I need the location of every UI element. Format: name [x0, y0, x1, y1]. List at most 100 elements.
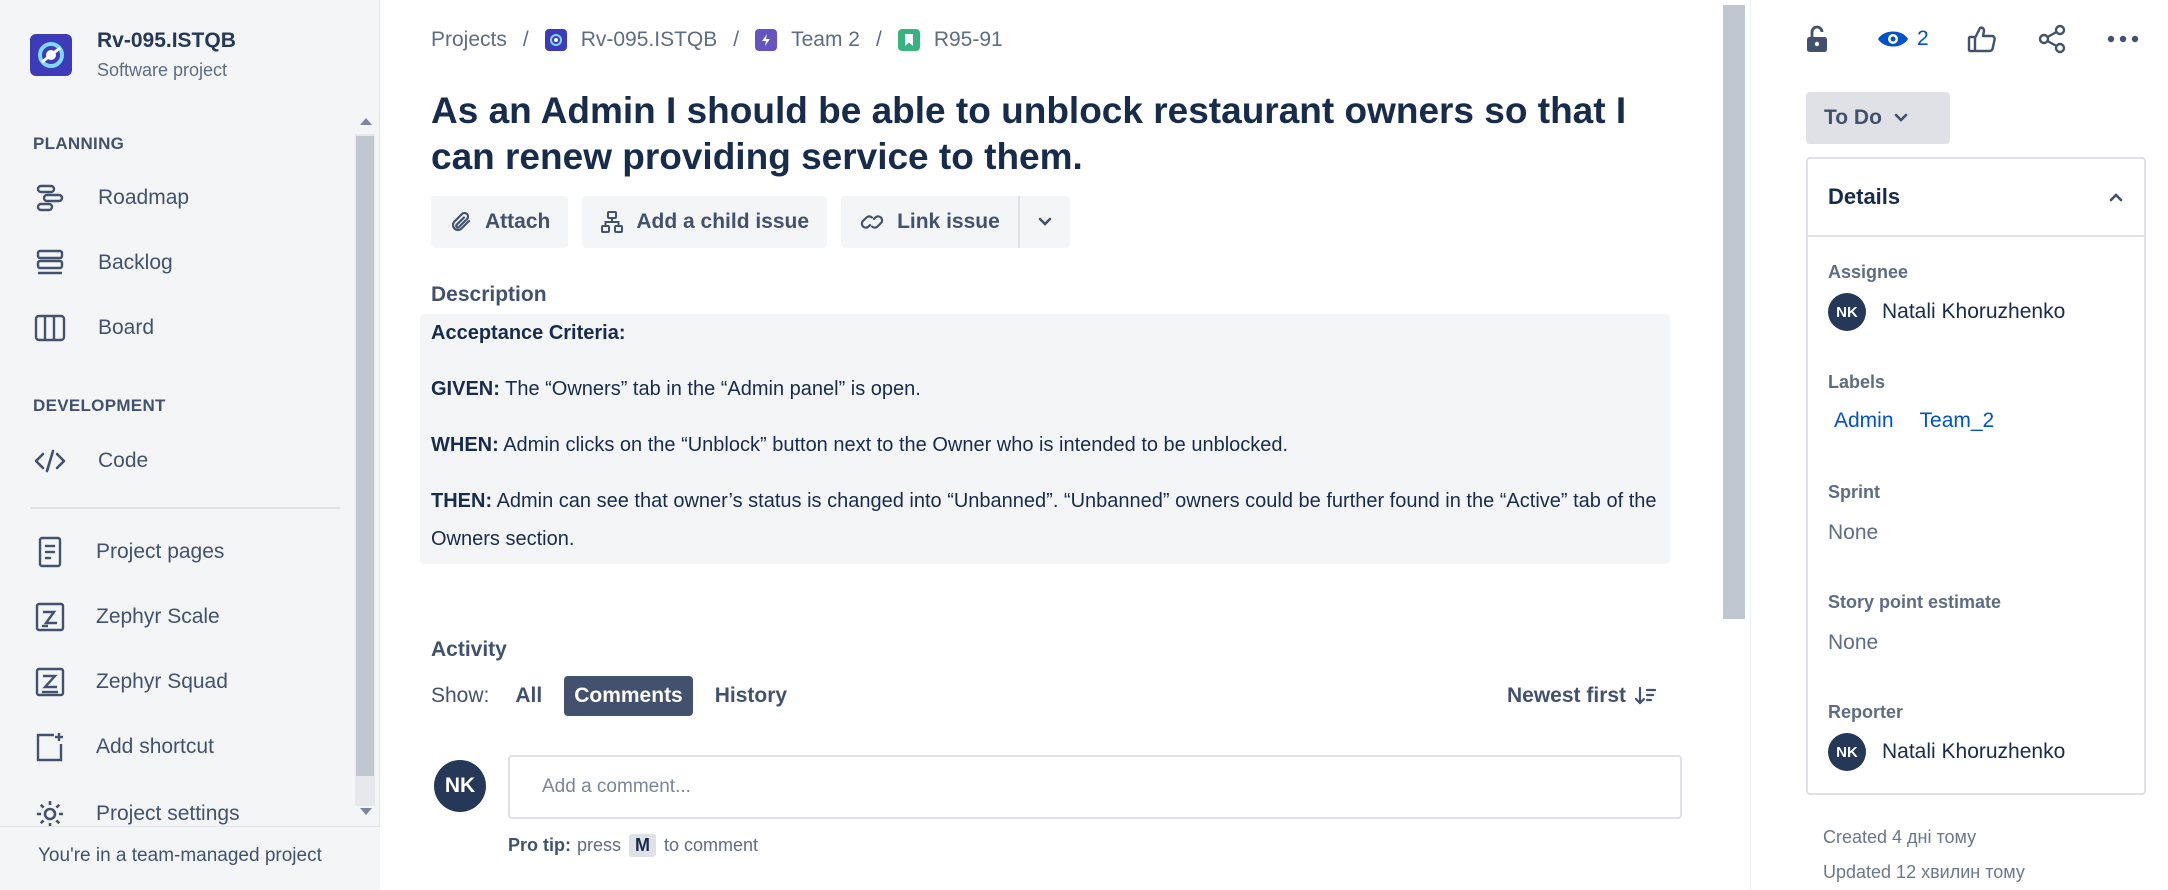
- sort-order-button[interactable]: Newest first: [1507, 684, 1657, 708]
- description-when: WHEN: Admin clicks on the “Unblock” butt…: [431, 434, 1289, 456]
- breadcrumb-issue[interactable]: R95-91: [897, 28, 1003, 52]
- team-managed-note: You're in a team-managed project: [38, 845, 322, 866]
- breadcrumb-projects[interactable]: Projects: [431, 28, 507, 52]
- avatar: NK: [1828, 293, 1866, 331]
- more-icon: [2107, 35, 2138, 43]
- sidebar-item-add-shortcut[interactable]: Add shortcut: [30, 721, 340, 773]
- avatar: NK: [434, 760, 486, 812]
- label-tag[interactable]: Team_2: [1914, 405, 2001, 437]
- sidebar: Rv-095.ISTQB Software project PLANNING R…: [0, 0, 380, 890]
- created-timestamp: Created 4 дні тому: [1823, 827, 1977, 847]
- issue-main: Projects / Rv-095.ISTQB / Team 2 / R95-9…: [380, 0, 1722, 890]
- share-button[interactable]: [2037, 24, 2067, 54]
- sidebar-item-board[interactable]: Board: [30, 302, 340, 354]
- project-name: Rv-095.ISTQB: [97, 29, 236, 52]
- chevron-down-icon: [1894, 113, 1908, 122]
- assignee-field: Assignee NK Natali Khoruzhenko: [1828, 262, 2065, 331]
- avatar: NK: [1828, 733, 1866, 771]
- more-options-button[interactable]: [2107, 35, 2139, 43]
- reporter-field: Reporter NK Natali Khoruzhenko: [1828, 702, 2065, 771]
- issue-toolbar: Attach Add a child issue Link issue: [431, 196, 1070, 248]
- details-title: Details: [1828, 184, 1901, 209]
- link-issue-group: Link issue: [841, 196, 1070, 248]
- story-points-value[interactable]: None: [1828, 631, 2001, 655]
- details-header[interactable]: Details: [1808, 159, 2144, 237]
- project-avatar-icon: [544, 29, 567, 51]
- label-tag[interactable]: Admin: [1828, 405, 1900, 437]
- sidebar-item-label: Add shortcut: [96, 735, 214, 758]
- description-editor[interactable]: Acceptance Criteria: GIVEN: The “Owners”…: [420, 314, 1670, 564]
- updated-timestamp: Updated 12 хвилин тому: [1823, 862, 2025, 882]
- watch-count: 2: [1917, 27, 1929, 50]
- sidebar-item-label: Zephyr Scale: [96, 605, 220, 628]
- code-icon: [30, 441, 70, 481]
- chevron-up-icon: [2109, 193, 2123, 202]
- sidebar-item-project-pages[interactable]: Project pages: [30, 526, 340, 578]
- unlock-icon: [1807, 25, 1827, 52]
- attach-label: Attach: [485, 210, 551, 233]
- sprint-value[interactable]: None: [1828, 521, 1880, 545]
- activity-filter: Show: All Comments History: [431, 676, 809, 716]
- breadcrumb-project[interactable]: Rv-095.ISTQB: [544, 28, 717, 52]
- scroll-down-icon[interactable]: [360, 808, 372, 815]
- more-actions-button[interactable]: [1017, 196, 1070, 248]
- breadcrumb-separator: /: [733, 28, 740, 51]
- attach-button[interactable]: Attach: [431, 196, 569, 248]
- filter-comments[interactable]: Comments: [564, 676, 693, 716]
- description-heading: Acceptance Criteria:: [431, 322, 626, 344]
- labels-list: Admin Team_2: [1828, 405, 2014, 437]
- reporter-value[interactable]: NK Natali Khoruzhenko: [1828, 733, 2065, 771]
- vote-button[interactable]: [1967, 25, 1997, 53]
- sidebar-scrollbar[interactable]: [355, 110, 375, 830]
- assignee-name: Natali Khoruzhenko: [1882, 300, 2066, 323]
- description-given: GIVEN: The “Owners” tab in the “Admin pa…: [431, 378, 921, 400]
- roadmap-icon: [30, 178, 70, 218]
- labels-label: Labels: [1828, 372, 1886, 392]
- sprint-field: Sprint None: [1828, 482, 1880, 545]
- breadcrumb-epic[interactable]: Team 2: [755, 28, 860, 52]
- sidebar-item-label: Roadmap: [98, 186, 190, 209]
- status-label: To Do: [1824, 106, 1882, 129]
- scroll-thumb[interactable]: [356, 136, 374, 776]
- restrictions-button[interactable]: [1805, 24, 1829, 54]
- description-label: Description: [431, 283, 547, 306]
- watch-button[interactable]: 2: [1877, 27, 1929, 51]
- details-panel: Details Assignee NK Natali Khoruzhenko L…: [1806, 157, 2146, 795]
- breadcrumb-epic-label: Team 2: [791, 28, 860, 51]
- add-child-label: Add a child issue: [636, 210, 810, 233]
- sidebar-footer: You're in a team-managed project: [0, 826, 380, 890]
- status-dropdown[interactable]: To Do: [1806, 92, 1950, 144]
- section-label-development: DEVELOPMENT: [33, 396, 166, 415]
- comment-input[interactable]: [508, 755, 1682, 819]
- main-scrollbar[interactable]: [1722, 0, 1746, 890]
- project-header[interactable]: Rv-095.ISTQB Software project: [30, 28, 236, 81]
- breadcrumb-separator: /: [875, 28, 882, 51]
- add-child-issue-button[interactable]: Add a child issue: [582, 196, 828, 248]
- share-icon: [2038, 24, 2065, 54]
- keyboard-shortcut-key: M: [629, 834, 657, 857]
- sidebar-item-zephyr-squad[interactable]: Zephyr Squad: [30, 656, 340, 708]
- pro-tip: Pro tip: press M to comment: [508, 834, 759, 857]
- assignee-value[interactable]: NK Natali Khoruzhenko: [1828, 293, 2065, 331]
- filter-history[interactable]: History: [705, 676, 797, 716]
- sidebar-item-roadmap[interactable]: Roadmap: [30, 172, 340, 224]
- sprint-label: Sprint: [1828, 482, 1880, 502]
- link-issue-button[interactable]: Link issue: [841, 196, 1018, 248]
- sort-label: Newest first: [1507, 684, 1627, 707]
- sidebar-item-backlog[interactable]: Backlog: [30, 237, 340, 289]
- scroll-up-icon[interactable]: [360, 118, 372, 125]
- breadcrumb: Projects / Rv-095.ISTQB / Team 2 / R95-9…: [431, 28, 1003, 52]
- zephyr-scale-icon: [30, 597, 70, 637]
- sidebar-item-code[interactable]: Code: [30, 435, 340, 487]
- issue-title[interactable]: As an Admin I should be able to unblock …: [431, 88, 1681, 180]
- scroll-thumb[interactable]: [1723, 5, 1745, 619]
- sidebar-item-label: Board: [98, 316, 155, 339]
- eye-icon: [1878, 31, 1908, 47]
- section-label-planning: PLANNING: [33, 134, 125, 153]
- thumbs-up-icon: [1967, 26, 1996, 53]
- filter-all[interactable]: All: [505, 676, 552, 716]
- story-points-label: Story point estimate: [1828, 592, 2002, 612]
- sidebar-item-zephyr-scale[interactable]: Zephyr Scale: [30, 591, 340, 643]
- story-icon: [897, 29, 920, 51]
- sidebar-item-label: Project settings: [96, 802, 240, 825]
